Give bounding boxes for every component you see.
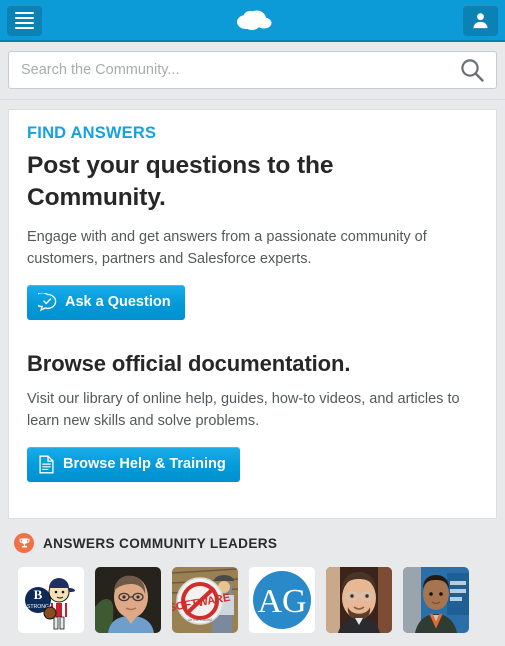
search-icon[interactable] [459, 57, 485, 83]
browse-documentation-title: Browse official documentation. [27, 350, 351, 376]
search-input[interactable] [9, 52, 496, 88]
trophy-icon [14, 533, 34, 553]
chat-bubble-check-icon [38, 292, 57, 312]
leader-avatar-5[interactable] [326, 567, 392, 633]
ask-a-question-button[interactable]: Ask a Question [27, 284, 185, 320]
find-answers-description: Engage with and get answers from a passi… [27, 228, 427, 267]
ask-a-question-button-label: Ask a Question [65, 294, 171, 311]
svg-text:B: B [34, 587, 43, 602]
browse-help-training-button[interactable]: Browse Help & Training [27, 446, 240, 482]
app-header [0, 0, 505, 42]
community-leaders-avatar-row: B STRONG SOFTWARE on the Rocks! AG [8, 567, 497, 633]
main-content-card: FIND ANSWERS Post your questions to the … [8, 109, 497, 519]
svg-text:AG: AG [257, 583, 306, 620]
search-bar-region [0, 42, 505, 100]
salesforce-cloud-logo [0, 0, 505, 40]
browse-documentation-description: Visit our library of online help, guides… [27, 390, 460, 429]
community-leaders-title: ANSWERS COMMUNITY LEADERS [43, 535, 278, 551]
document-page-icon [38, 455, 55, 474]
search-box[interactable] [8, 51, 497, 89]
page-title: Post your questions to the Community. [27, 152, 334, 212]
community-leaders-header: ANSWERS COMMUNITY LEADERS [8, 533, 497, 553]
leader-avatar-1[interactable]: B STRONG [18, 567, 84, 633]
find-answers-eyebrow: FIND ANSWERS [27, 124, 157, 142]
user-avatar-icon [473, 12, 488, 28]
hamburger-icon [15, 9, 34, 32]
community-leaders-section: ANSWERS COMMUNITY LEADERS B STRONG SOFTW… [0, 519, 505, 633]
account-avatar-button[interactable] [463, 4, 498, 36]
leader-avatar-2[interactable] [95, 567, 161, 633]
leader-avatar-6[interactable] [403, 567, 469, 633]
leader-avatar-4[interactable]: AG [249, 567, 315, 633]
svg-text:on the Rocks!: on the Rocks! [188, 617, 212, 622]
browse-help-training-button-label: Browse Help & Training [63, 456, 226, 473]
hamburger-menu-button[interactable] [7, 4, 42, 36]
leader-avatar-3[interactable]: SOFTWARE on the Rocks! [172, 567, 238, 633]
